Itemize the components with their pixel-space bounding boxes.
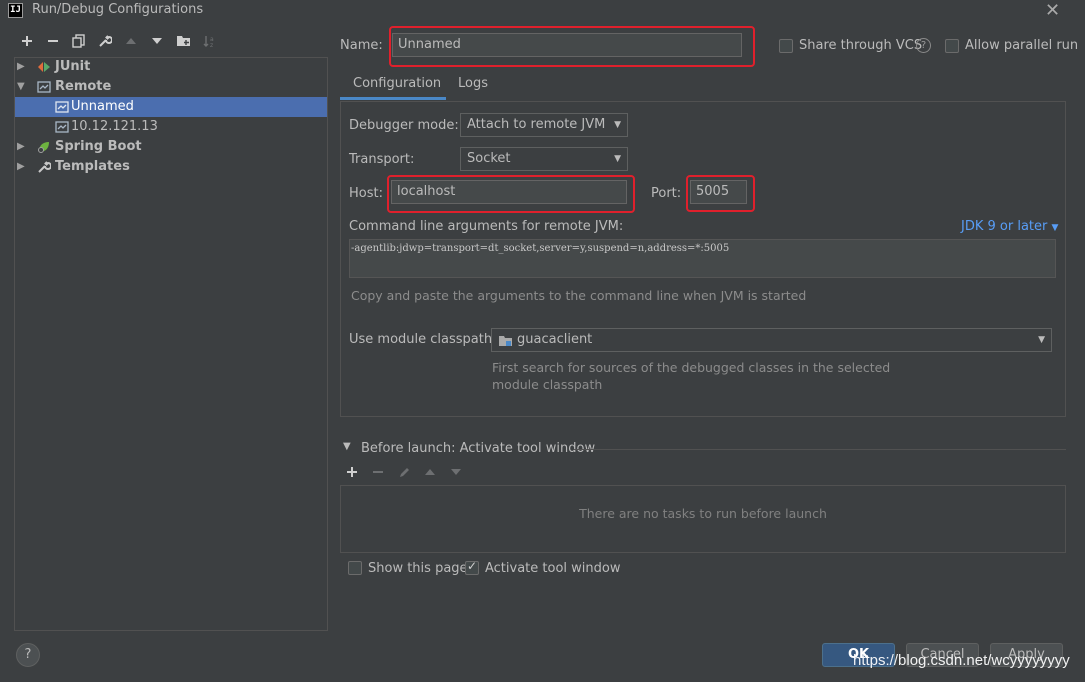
cmd-args-textarea[interactable]: -agentlib:jdwp=transport=dt_socket,serve… <box>349 239 1056 278</box>
name-input[interactable]: Unnamed <box>392 33 742 57</box>
tab-logs[interactable]: Logs <box>446 72 500 100</box>
expand-arrow-icon[interactable]: ▶ <box>17 157 25 177</box>
debugger-mode-value: Attach to remote JVM <box>467 117 606 132</box>
module-hint-line2: module classpath <box>492 377 603 392</box>
tree-item-spring-boot[interactable]: ▶ Spring Boot <box>15 137 327 157</box>
collapse-arrow-icon[interactable]: ▼ <box>17 77 25 97</box>
move-up-icon[interactable] <box>122 34 140 52</box>
add-icon[interactable] <box>18 34 36 52</box>
share-vcs-label: Share through VCS <box>799 38 923 53</box>
chevron-down-icon: ▼ <box>614 120 621 130</box>
tree-item-10-12-121-13[interactable]: 10.12.121.13 <box>15 117 327 137</box>
jdk-version-text: JDK 9 or later <box>961 219 1048 234</box>
module-folder-icon <box>498 333 513 355</box>
tree-item-label: Unnamed <box>71 99 134 114</box>
cmd-args-value[interactable]: -agentlib:jdwp=transport=dt_socket,serve… <box>351 243 729 254</box>
host-input[interactable]: localhost <box>391 180 627 204</box>
transport-value: Socket <box>467 151 511 166</box>
move-task-down-icon[interactable] <box>450 466 462 482</box>
watermark-text: https://blog.csdn.net/wcyyyyyyyy <box>853 652 1070 669</box>
intellij-icon: IJ <box>8 3 23 18</box>
chevron-down-icon: ▼ <box>614 154 621 164</box>
no-tasks-text: There are no tasks to run before launch <box>579 506 827 521</box>
expand-arrow-icon[interactable]: ▶ <box>17 137 25 157</box>
config-tree[interactable]: ▶ JUnit ▼ Remote Unnamed 10.12.121.13 ▶ … <box>14 57 328 631</box>
spring-boot-icon <box>37 140 51 154</box>
module-classpath-value: guacaclient <box>517 332 593 347</box>
tab-logs-label: Logs <box>458 76 488 91</box>
cmd-args-label: Command line arguments for remote JVM: <box>349 219 624 234</box>
transport-label: Transport: <box>349 152 415 167</box>
host-label: Host: <box>349 186 383 201</box>
tab-configuration-label: Configuration <box>353 76 442 91</box>
remote-config-icon <box>55 100 69 114</box>
tasks-list[interactable]: There are no tasks to run before launch <box>340 485 1066 553</box>
share-vcs-checkbox[interactable] <box>779 39 793 53</box>
show-page-checkbox[interactable] <box>348 561 362 575</box>
wrench-icon <box>37 160 52 174</box>
collapse-arrow-icon[interactable]: ▼ <box>343 441 351 452</box>
remove-task-icon[interactable] <box>372 466 384 482</box>
chevron-down-icon: ▼ <box>1038 335 1045 345</box>
window-title: Run/Debug Configurations <box>32 2 204 17</box>
tree-item-label: Templates <box>55 159 130 174</box>
add-task-icon[interactable] <box>346 466 358 482</box>
help-button[interactable]: ? <box>16 643 40 667</box>
jdk-version-link[interactable]: JDK 9 or later ▼ <box>961 219 1058 234</box>
cmd-args-hint: Copy and paste the arguments to the comm… <box>351 288 807 303</box>
tree-item-label: Spring Boot <box>55 139 142 154</box>
wrench-icon[interactable] <box>96 34 114 52</box>
sort-icon[interactable]: az <box>200 34 218 52</box>
move-down-icon[interactable] <box>148 34 166 52</box>
tree-item-remote[interactable]: ▼ Remote <box>15 77 327 97</box>
move-task-up-icon[interactable] <box>424 466 436 482</box>
remote-config-icon <box>55 120 69 134</box>
svg-text:z: z <box>210 42 213 48</box>
title-bar: IJ Run/Debug Configurations ✕ <box>0 0 1085 22</box>
tree-item-label: JUnit <box>55 59 91 74</box>
allow-parallel-label: Allow parallel run <box>965 38 1079 53</box>
remove-icon[interactable] <box>44 34 62 52</box>
close-icon[interactable]: ✕ <box>1045 0 1060 21</box>
junit-icon <box>37 60 51 74</box>
tree-item-unnamed[interactable]: Unnamed <box>15 97 327 117</box>
debugger-mode-label: Debugger mode: <box>349 118 459 133</box>
remote-icon <box>37 80 51 94</box>
expand-arrow-icon[interactable]: ▶ <box>17 57 25 77</box>
before-launch-label: Before launch: Activate tool window <box>361 441 596 456</box>
activate-tool-label: Activate tool window <box>485 561 621 576</box>
chevron-down-icon: ▼ <box>1051 223 1059 233</box>
folder-icon[interactable] <box>174 34 192 52</box>
tree-item-label: Remote <box>55 79 112 94</box>
before-launch-divider <box>574 449 1066 450</box>
activate-tool-checkbox[interactable] <box>465 559 479 575</box>
module-classpath-label: Use module classpath: <box>349 332 497 347</box>
tab-configuration[interactable]: Configuration <box>340 72 446 100</box>
transport-select[interactable]: Socket ▼ <box>460 147 628 171</box>
name-label: Name: <box>340 38 383 53</box>
port-label: Port: <box>651 186 682 201</box>
edit-task-icon[interactable] <box>398 466 411 483</box>
tree-item-templates[interactable]: ▶ Templates <box>15 157 327 177</box>
tree-item-label: 10.12.121.13 <box>71 119 158 134</box>
help-circle-icon[interactable]: ? <box>916 38 931 53</box>
port-input[interactable]: 5005 <box>690 180 747 204</box>
allow-parallel-checkbox[interactable] <box>945 39 959 53</box>
tree-item-junit[interactable]: ▶ JUnit <box>15 57 327 77</box>
module-classpath-select[interactable]: guacaclient ▼ <box>491 328 1052 352</box>
module-hint-line1: First search for sources of the debugged… <box>492 360 891 375</box>
debugger-mode-select[interactable]: Attach to remote JVM ▼ <box>460 113 628 137</box>
show-page-label: Show this page <box>368 561 468 576</box>
copy-icon[interactable] <box>70 34 88 52</box>
